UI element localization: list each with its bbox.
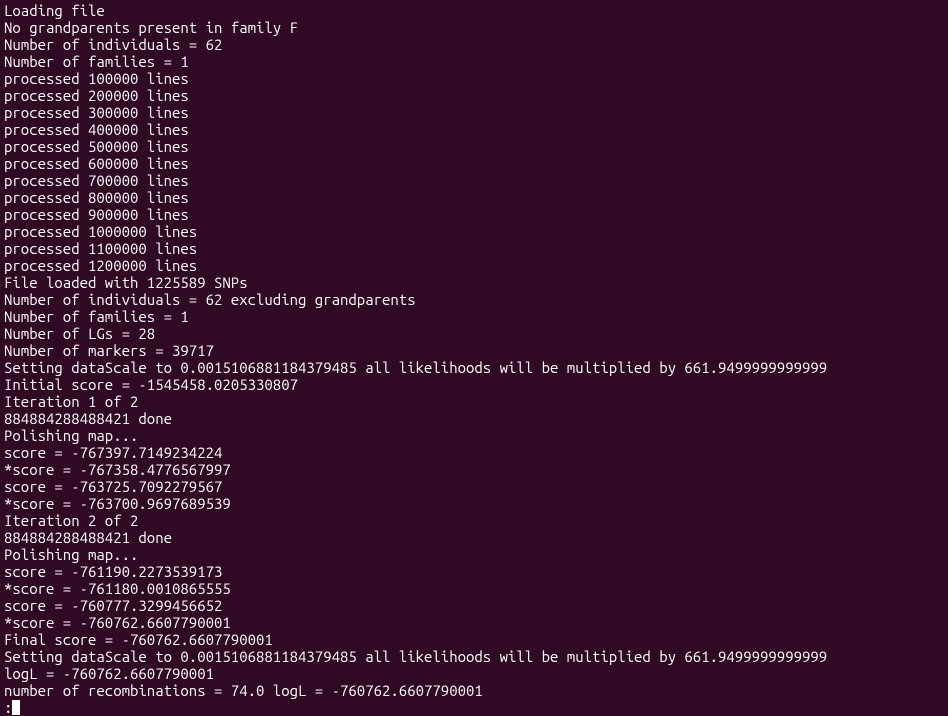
terminal-line: processed 200000 lines xyxy=(4,87,944,104)
terminal-line: Number of individuals = 62 xyxy=(4,36,944,53)
terminal-line: Loading file xyxy=(4,2,944,19)
terminal-line: score = -763725.7092279567 xyxy=(4,478,944,495)
terminal-line: Final score = -760762.6607790001 xyxy=(4,631,944,648)
terminal-line: Initial score = -1545458.0205330807 xyxy=(4,376,944,393)
terminal-line: score = -767397.7149234224 xyxy=(4,444,944,461)
cursor xyxy=(12,700,20,715)
terminal-line: processed 1000000 lines xyxy=(4,223,944,240)
terminal-line: Number of families = 1 xyxy=(4,53,944,70)
terminal-line: processed 500000 lines xyxy=(4,138,944,155)
terminal-line: Polishing map... xyxy=(4,546,944,563)
terminal-line: *score = -767358.4776567997 xyxy=(4,461,944,478)
prompt-line[interactable]: : xyxy=(4,699,944,716)
terminal-line: processed 600000 lines xyxy=(4,155,944,172)
terminal-line: processed 300000 lines xyxy=(4,104,944,121)
terminal-line: *score = -763700.9697689539 xyxy=(4,495,944,512)
terminal-line: processed 100000 lines xyxy=(4,70,944,87)
terminal-line: File loaded with 1225589 SNPs xyxy=(4,274,944,291)
terminal-line: processed 400000 lines xyxy=(4,121,944,138)
terminal-line: Number of families = 1 xyxy=(4,308,944,325)
terminal-line: No grandparents present in family F xyxy=(4,19,944,36)
terminal-line: Number of markers = 39717 xyxy=(4,342,944,359)
terminal-line: Number of individuals = 62 excluding gra… xyxy=(4,291,944,308)
prompt-symbol: : xyxy=(4,699,12,716)
terminal-line: number of recombinations = 74.0 logL = -… xyxy=(4,682,944,699)
terminal-line: Polishing map... xyxy=(4,427,944,444)
terminal-line: *score = -761180.0010865555 xyxy=(4,580,944,597)
terminal-line: processed 900000 lines xyxy=(4,206,944,223)
terminal-line: logL = -760762.6607790001 xyxy=(4,665,944,682)
terminal-line: 884884288488421 done xyxy=(4,410,944,427)
terminal-line: *score = -760762.6607790001 xyxy=(4,614,944,631)
terminal-line: score = -760777.3299456652 xyxy=(4,597,944,614)
terminal-line: Number of LGs = 28 xyxy=(4,325,944,342)
terminal-line: processed 800000 lines xyxy=(4,189,944,206)
terminal-line: Setting dataScale to 0.00151068811843794… xyxy=(4,359,944,376)
terminal-line: Iteration 2 of 2 xyxy=(4,512,944,529)
terminal-line: Setting dataScale to 0.00151068811843794… xyxy=(4,648,944,665)
terminal-line: score = -761190.2273539173 xyxy=(4,563,944,580)
terminal-line: processed 1100000 lines xyxy=(4,240,944,257)
terminal-output: Loading fileNo grandparents present in f… xyxy=(4,2,944,699)
terminal-line: Iteration 1 of 2 xyxy=(4,393,944,410)
terminal-line: 884884288488421 done xyxy=(4,529,944,546)
terminal-line: processed 700000 lines xyxy=(4,172,944,189)
terminal-line: processed 1200000 lines xyxy=(4,257,944,274)
